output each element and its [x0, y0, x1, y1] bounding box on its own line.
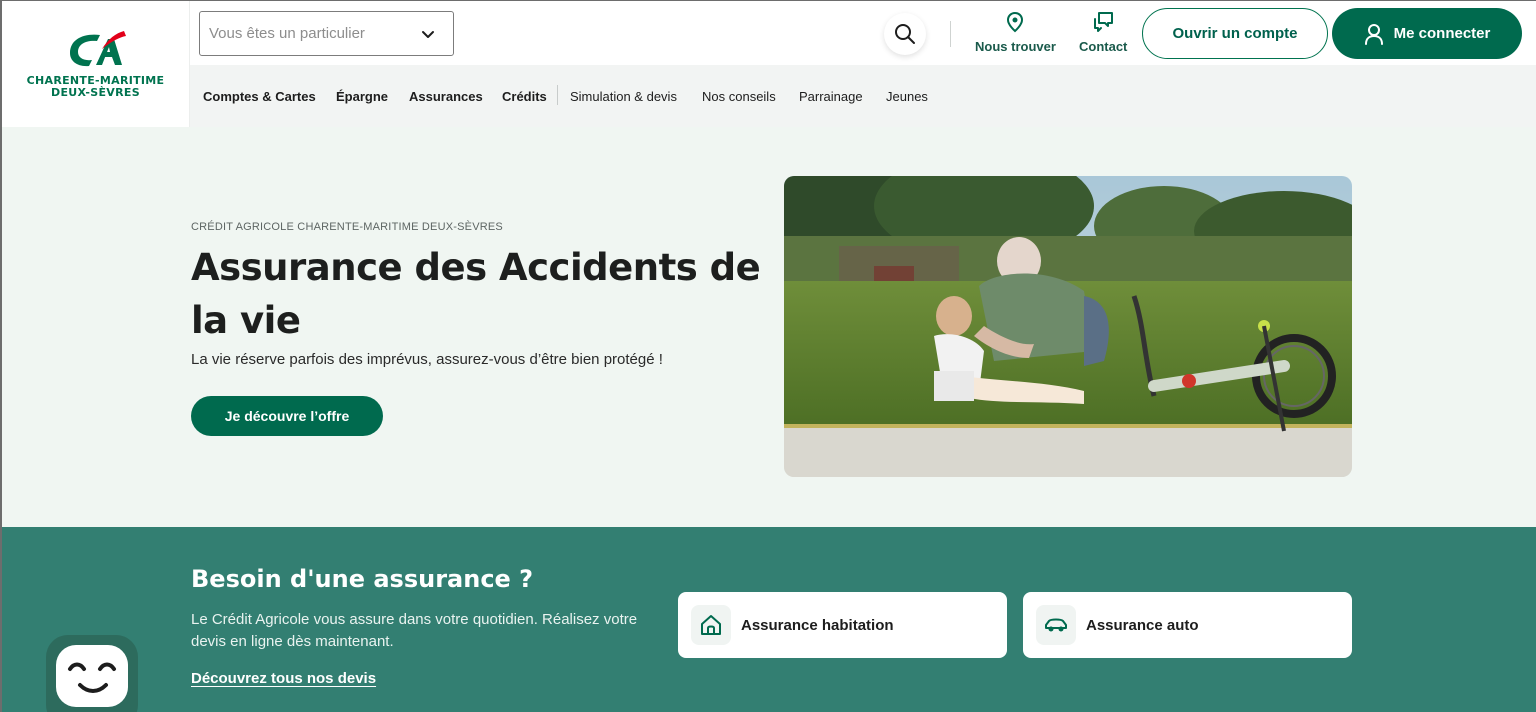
brand-logo[interactable]: CHARENTE-MARITIME DEUX-SÈVRES	[2, 1, 190, 127]
page: CHARENTE-MARITIME DEUX-SÈVRES Vous êtes …	[0, 0, 1536, 712]
nav-item-assurances[interactable]: Assurances	[409, 89, 483, 104]
hero-section: CRÉDIT AGRICOLE CHARENTE-MARITIME DEUX-S…	[2, 127, 1536, 527]
chevron-down-icon	[422, 31, 434, 38]
hero-image	[784, 176, 1352, 477]
nav-item-simulation-devis[interactable]: Simulation & devis	[570, 89, 677, 104]
login-label: Me connecter	[1393, 25, 1491, 42]
auto-insurance-card[interactable]: Assurance auto	[1023, 592, 1352, 658]
insurance-text: Le Crédit Agricole vous assure dans votr…	[191, 611, 638, 650]
nav-item-comptes-cartes[interactable]: Comptes & Cartes	[203, 89, 316, 104]
nav-item-nos-conseils[interactable]: Nos conseils	[702, 89, 776, 104]
site-header: CHARENTE-MARITIME DEUX-SÈVRES Vous êtes …	[2, 1, 1536, 127]
search-button[interactable]	[884, 13, 926, 55]
contact-link[interactable]: Contact	[1079, 11, 1127, 54]
all-quotes-link[interactable]: Découvrez tous nos devis	[191, 670, 376, 687]
profile-select[interactable]: Vous êtes un particulier	[199, 11, 454, 56]
hero-title: Assurance des Accidents de la vie	[191, 246, 761, 342]
hero-photo-illustration	[784, 176, 1352, 477]
insurance-section: Besoin d'une assurance ? Le Crédit Agric…	[2, 527, 1536, 712]
brand-region: CHARENTE-MARITIME DEUX-SÈVRES	[27, 75, 165, 99]
home-insurance-icon-box	[691, 605, 731, 645]
login-button[interactable]: Me connecter	[1332, 8, 1522, 59]
home-insurance-label: Assurance habitation	[741, 616, 894, 634]
open-account-button[interactable]: Ouvrir un compte	[1142, 8, 1328, 59]
hero-eyebrow: CRÉDIT AGRICOLE CHARENTE-MARITIME DEUX-S…	[191, 221, 503, 233]
discover-offer-button[interactable]: Je découvre l’offre	[191, 396, 383, 436]
contact-label: Contact	[1079, 39, 1128, 54]
nav-item-jeunes[interactable]: Jeunes	[886, 89, 928, 104]
smiley-face-icon	[68, 662, 116, 693]
home-insurance-card[interactable]: Assurance habitation	[678, 592, 1007, 658]
car-icon	[1045, 618, 1067, 632]
chatbot-button[interactable]	[46, 635, 138, 712]
header-divider	[950, 21, 951, 47]
auto-insurance-icon-box	[1036, 605, 1076, 645]
find-us-link[interactable]: Nous trouver	[975, 11, 1056, 54]
find-us-label: Nous trouver	[975, 39, 1056, 54]
auto-insurance-label: Assurance auto	[1086, 616, 1199, 634]
nav-divider	[557, 85, 558, 105]
profile-select-placeholder: Vous êtes un particulier	[209, 25, 365, 42]
hero-subtitle: La vie réserve parfois des imprévus, ass…	[191, 351, 663, 368]
brand-region-line2: DEUX-SÈVRES	[51, 86, 140, 99]
search-icon	[895, 24, 915, 44]
house-icon	[701, 615, 721, 635]
insurance-title: Besoin d'une assurance ?	[191, 565, 534, 593]
location-pin-icon	[1007, 11, 1024, 33]
nav-item-credits[interactable]: Crédits	[502, 89, 547, 104]
nav-item-epargne[interactable]: Épargne	[336, 89, 388, 104]
chatbot-face	[56, 645, 128, 707]
chat-bubbles-icon	[1094, 12, 1114, 32]
nav-item-parrainage[interactable]: Parrainage	[799, 89, 863, 104]
user-icon	[1364, 23, 1383, 45]
main-nav: Comptes & Cartes Épargne Assurances Créd…	[190, 65, 1536, 127]
ca-logo-icon	[69, 31, 126, 67]
